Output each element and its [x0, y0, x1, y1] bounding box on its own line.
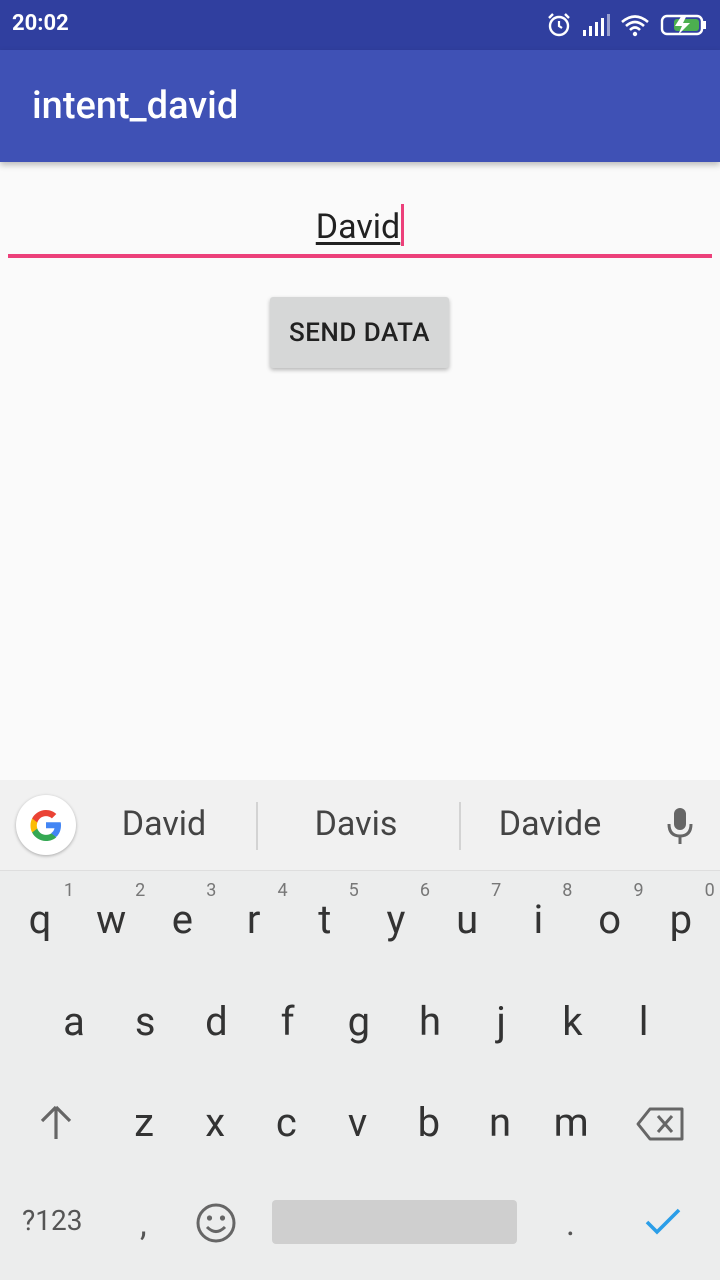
key-label: t — [318, 896, 332, 943]
suggestion-2[interactable]: Davis — [266, 804, 446, 844]
key-s[interactable]: s — [109, 982, 181, 1062]
alarm-icon — [548, 13, 570, 37]
key-label: u — [456, 896, 479, 943]
key-label: p — [669, 896, 693, 943]
name-input-text: David — [315, 207, 401, 247]
key-label: c — [275, 1099, 297, 1146]
key-p[interactable]: p0 — [645, 880, 717, 960]
key-u[interactable]: u7 — [431, 880, 503, 960]
suggestion-1[interactable]: David — [74, 804, 254, 844]
key-number-hint: 0 — [704, 880, 715, 901]
comma-key[interactable]: , — [140, 1204, 147, 1244]
key-x[interactable]: x — [179, 1083, 251, 1163]
key-label: x — [205, 1099, 226, 1146]
suggestion-divider — [256, 802, 258, 850]
backspace-icon[interactable] — [636, 1106, 686, 1142]
key-label: k — [562, 998, 583, 1045]
key-label: e — [171, 896, 193, 943]
key-g[interactable]: g — [323, 982, 395, 1062]
key-o[interactable]: o9 — [574, 880, 646, 960]
shift-icon[interactable] — [38, 1103, 74, 1143]
main-content: David SEND DATA — [0, 162, 720, 780]
check-icon[interactable] — [643, 1204, 683, 1238]
key-label: v — [347, 1099, 368, 1146]
name-input-value: David — [8, 204, 712, 247]
send-data-button[interactable]: SEND DATA — [270, 297, 449, 368]
key-number-hint: 9 — [633, 880, 644, 901]
suggestion-strip: David Davis Davide — [0, 780, 720, 871]
key-b[interactable]: b — [393, 1083, 465, 1163]
key-label: w — [96, 896, 127, 943]
key-h[interactable]: h — [394, 982, 466, 1062]
key-number-hint: 1 — [63, 880, 74, 901]
name-input[interactable]: David — [8, 202, 712, 258]
key-number-hint: 5 — [348, 880, 359, 901]
key-label: l — [638, 998, 649, 1045]
key-i[interactable]: i8 — [502, 880, 574, 960]
key-label: s — [134, 998, 156, 1045]
suggestion-3[interactable]: Davide — [460, 804, 640, 844]
key-label: o — [598, 896, 621, 943]
status-bar: 20:02 — [0, 0, 720, 50]
app-title: intent_david — [32, 84, 239, 128]
key-n[interactable]: n — [464, 1083, 536, 1163]
key-t[interactable]: t5 — [289, 880, 361, 960]
signal-icon — [583, 14, 610, 36]
key-label: z — [134, 1099, 154, 1146]
key-w[interactable]: w2 — [75, 880, 147, 960]
key-label: i — [533, 896, 544, 943]
emoji-icon[interactable] — [195, 1202, 237, 1244]
key-q[interactable]: q1 — [4, 880, 76, 960]
key-label: d — [205, 998, 228, 1045]
key-j[interactable]: j — [465, 982, 537, 1062]
key-r[interactable]: r4 — [218, 880, 290, 960]
google-icon[interactable] — [16, 795, 76, 855]
key-label: a — [63, 998, 85, 1045]
key-label: g — [347, 998, 371, 1045]
key-e[interactable]: e3 — [146, 880, 218, 960]
symbols-key[interactable]: ?123 — [22, 1204, 82, 1237]
key-l[interactable]: l — [608, 982, 680, 1062]
key-label: f — [280, 998, 295, 1045]
key-number-hint: 4 — [277, 880, 288, 901]
key-a[interactable]: a — [38, 982, 110, 1062]
key-label: b — [417, 1099, 441, 1146]
key-v[interactable]: v — [322, 1083, 394, 1163]
period-key[interactable]: . — [566, 1204, 575, 1244]
key-label: j — [496, 998, 506, 1045]
key-k[interactable]: k — [536, 982, 608, 1062]
key-d[interactable]: d — [180, 982, 252, 1062]
key-y[interactable]: y6 — [360, 880, 432, 960]
key-label: m — [553, 1099, 589, 1146]
status-icons — [546, 10, 708, 40]
text-caret — [401, 204, 405, 246]
battery-charging-icon — [660, 14, 706, 36]
key-number-hint: 3 — [206, 880, 217, 901]
key-m[interactable]: m — [535, 1083, 607, 1163]
key-c[interactable]: c — [250, 1083, 322, 1163]
key-label: r — [246, 896, 261, 943]
space-key[interactable] — [272, 1200, 517, 1244]
wifi-icon — [621, 15, 649, 37]
key-label: y — [386, 896, 406, 943]
key-z[interactable]: z — [108, 1083, 180, 1163]
app-bar: intent_david — [0, 50, 720, 162]
soft-keyboard: David Davis Davide q1w2e3r4t5y6u7i8o9p0 … — [0, 780, 720, 1280]
key-number-hint: 8 — [562, 880, 573, 901]
key-label: h — [418, 998, 442, 1045]
key-number-hint: 7 — [491, 880, 502, 901]
status-time: 20:02 — [12, 11, 69, 36]
key-f[interactable]: f — [252, 982, 324, 1062]
key-number-hint: 6 — [419, 880, 430, 901]
mic-icon[interactable] — [664, 806, 696, 846]
key-label: n — [488, 1099, 512, 1146]
key-number-hint: 2 — [135, 880, 146, 901]
key-label: q — [28, 896, 52, 943]
